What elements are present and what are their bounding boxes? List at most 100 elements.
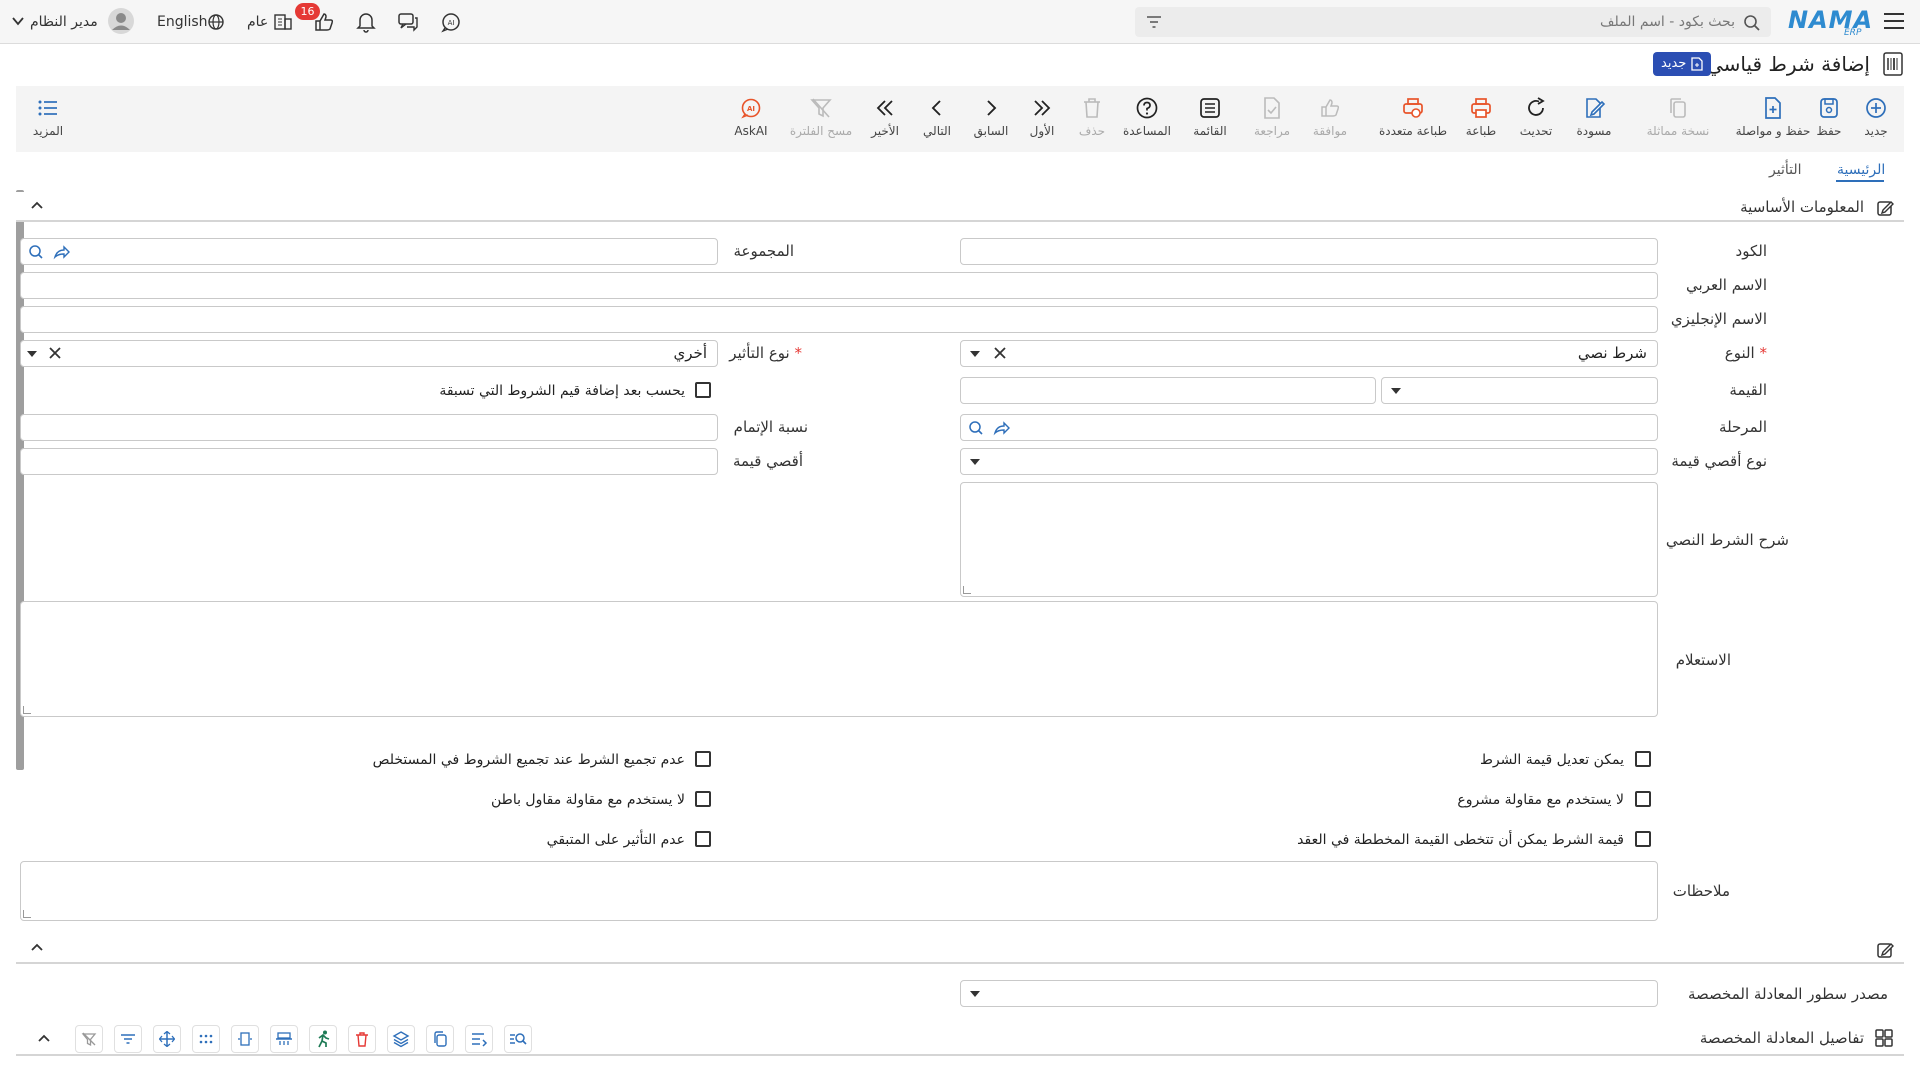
bell-icon[interactable] (354, 10, 378, 34)
notes-label: ملاحظات (1672, 882, 1730, 900)
messages-icon[interactable] (396, 10, 420, 34)
no-project-contract-checkbox[interactable] (1635, 791, 1651, 807)
language-switch[interactable]: English (157, 14, 208, 30)
chevron-up-icon[interactable] (30, 200, 44, 210)
svg-text:AI: AI (448, 19, 455, 27)
formula-source-select[interactable] (960, 980, 1658, 1007)
resize-grip[interactable] (963, 586, 971, 594)
edit-icon[interactable] (1876, 941, 1894, 959)
completion-input[interactable] (20, 414, 718, 441)
review-button[interactable]: مراجعة (1240, 96, 1304, 138)
share-icon[interactable] (53, 244, 71, 260)
more-button[interactable]: المزيد (16, 96, 80, 138)
no-aggregate-checkbox[interactable] (695, 751, 711, 767)
chevron-up-icon[interactable] (30, 942, 44, 952)
filter-off-icon[interactable] (75, 1025, 103, 1053)
list-button[interactable]: القائمة (1178, 96, 1242, 138)
avatar-icon[interactable] (108, 8, 134, 34)
add-rows-icon[interactable] (465, 1025, 493, 1053)
resize-grip[interactable] (23, 910, 31, 918)
max-value-label: أقصي قيمة (732, 452, 803, 470)
print-button[interactable]: طباعة (1449, 96, 1513, 138)
search-lookup-icon[interactable] (28, 244, 44, 260)
no-subcontract-checkbox[interactable] (695, 791, 711, 807)
code-input[interactable] (960, 238, 1658, 265)
caret-down-icon[interactable] (27, 351, 37, 357)
resize-grip[interactable] (23, 706, 31, 714)
caret-down-icon[interactable] (1391, 388, 1401, 394)
text-desc-textarea[interactable] (960, 482, 1658, 597)
brand-logo[interactable]: NAMA ERP (1788, 6, 1872, 38)
calc-after-checkbox[interactable] (695, 382, 711, 398)
arabic-name-input[interactable] (20, 272, 1658, 299)
zoom-search-icon[interactable] (504, 1025, 532, 1053)
approve-label: موافقة (1312, 124, 1348, 138)
company-icon[interactable] (272, 10, 294, 32)
review-label: مراجعة (1253, 124, 1291, 138)
multi-print-button[interactable]: طباعة متعددة (1368, 96, 1458, 138)
english-name-input[interactable] (20, 306, 1658, 333)
value-input[interactable] (960, 377, 1376, 404)
no-effect-remaining-checkbox[interactable] (695, 831, 711, 847)
basic-info-section-header[interactable]: المعلومات الأساسية (16, 192, 1904, 222)
fit-columns-icon[interactable] (231, 1025, 259, 1053)
caret-down-icon[interactable] (970, 991, 980, 997)
stage-input[interactable] (960, 414, 1658, 441)
user-name[interactable]: مدير النظام (30, 14, 98, 30)
layers-icon[interactable] (387, 1025, 415, 1053)
formula-section-header[interactable] (16, 934, 1904, 964)
dots-grid-icon[interactable] (192, 1025, 220, 1053)
chevron-up-icon[interactable] (37, 1033, 51, 1043)
move-icon[interactable] (153, 1025, 181, 1053)
clear-icon[interactable] (994, 347, 1006, 359)
search-lookup-icon[interactable] (968, 420, 984, 436)
last-button[interactable]: الأخير (853, 96, 917, 138)
effect-type-select[interactable]: أخري (20, 340, 718, 367)
search-icon[interactable] (1743, 14, 1761, 32)
globe-icon[interactable] (207, 13, 225, 31)
section-title: المعلومات الأساسية (1740, 198, 1864, 216)
table-split-icon[interactable] (270, 1025, 298, 1053)
tab-effect[interactable]: التأثير (1769, 162, 1802, 178)
value-type-select[interactable] (1381, 377, 1658, 404)
clear-icon[interactable] (49, 347, 61, 359)
draft-button[interactable]: مسودة (1562, 96, 1626, 138)
exceed-planned-checkbox[interactable] (1635, 831, 1651, 847)
approve-button[interactable]: موافقة (1298, 96, 1362, 138)
duplicate-button[interactable]: نسخة مماثلة (1633, 96, 1723, 138)
top-bar: NAMA ERP AI 16 عام English مدير النظام (0, 0, 1920, 44)
max-value-input[interactable] (20, 448, 718, 475)
grid-icon (1874, 1028, 1894, 1048)
caret-down-icon[interactable] (970, 351, 980, 357)
copy-icon[interactable] (426, 1025, 454, 1053)
max-value-type-select[interactable] (960, 448, 1658, 475)
general-label[interactable]: عام (247, 14, 268, 30)
caret-down-icon[interactable] (970, 459, 980, 465)
trash-icon (1084, 98, 1100, 118)
query-textarea[interactable] (20, 601, 1658, 717)
chevron-down-icon[interactable] (12, 16, 24, 26)
copy-icon (1670, 98, 1686, 118)
filter-icon[interactable] (1145, 14, 1163, 30)
filter-lines-icon[interactable] (114, 1025, 142, 1053)
editable-value-checkbox[interactable] (1635, 751, 1651, 767)
save-continue-button[interactable]: حفظ و مواصلة (1723, 96, 1823, 138)
type-select[interactable]: شرط نصي (960, 340, 1658, 367)
completion-label: نسبة الإتمام (733, 418, 808, 436)
clear-filter-button[interactable]: مسح الفلترة (784, 96, 858, 138)
run-icon[interactable] (309, 1025, 337, 1053)
plus-circle-icon (1866, 98, 1886, 118)
ai-chat-icon[interactable]: AI (439, 10, 463, 34)
file-check-icon (1264, 97, 1280, 119)
refresh-button[interactable]: تحديث (1504, 96, 1568, 138)
notes-textarea[interactable] (20, 861, 1658, 921)
menu-icon[interactable] (1884, 12, 1904, 30)
search-input[interactable] (1175, 7, 1735, 37)
type-label: * النوع (1725, 344, 1767, 362)
previous-label: السابق (973, 124, 1009, 138)
ask-ai-button[interactable]: AI AskAI (719, 96, 783, 138)
tab-main[interactable]: الرئيسية (1837, 162, 1885, 178)
delete-row-icon[interactable] (348, 1025, 376, 1053)
share-icon[interactable] (993, 420, 1011, 436)
group-input[interactable] (20, 238, 718, 265)
